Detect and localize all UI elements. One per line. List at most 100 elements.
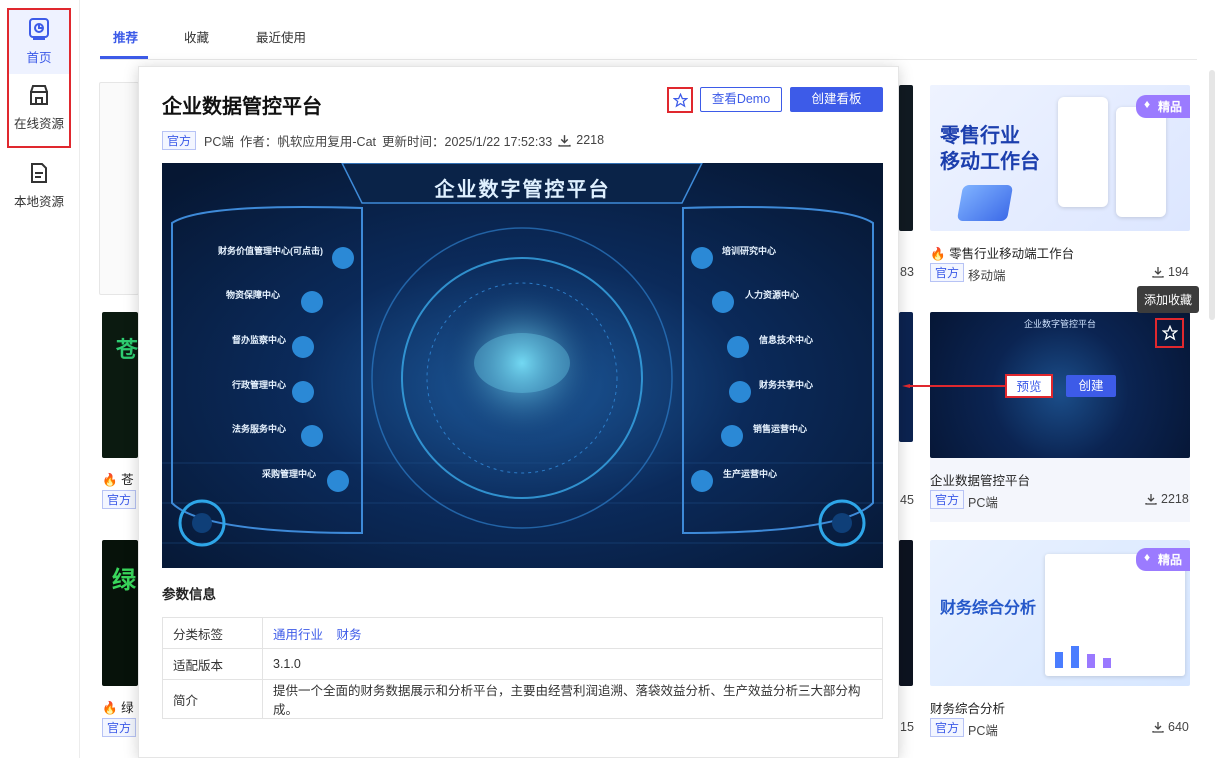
official-tag: 官方 [162,130,197,150]
param-key: 适配版本 [162,648,263,680]
hero-label: 督办监察中心 [232,335,287,345]
favorite-star-button[interactable] [1155,318,1184,348]
hero-label: 财务价值管理中心(可点击) [218,246,323,256]
download-icon [1152,267,1164,278]
tooltip: 添加收藏 [1137,286,1200,313]
card-title: 🔥 苍 [102,473,134,487]
param-value: 3.1.0 [262,648,883,680]
hero-label: 生产运营中心 [723,469,778,479]
tab-recent[interactable]: 最近使用 [256,27,306,46]
annotation-highlight-box [7,8,71,148]
official-tag: 官方 [102,718,137,737]
tab-bar: 推荐 收藏 最近使用 [100,0,1197,60]
star-icon [672,92,688,107]
hero-label: 物资保障中心 [226,290,281,300]
hero-label: 人力资源中心 [745,290,800,300]
card-thumbnail[interactable] [99,82,139,295]
phone-mockup [1058,97,1108,207]
official-tag: 官方 [102,490,137,509]
param-value: 通用行业 财务 [262,617,883,649]
fire-icon: 🔥 [102,473,118,487]
card-thumbnail[interactable] [899,312,913,442]
card-title: 财务综合分析 [930,702,1006,716]
annotation-arrow [902,384,1006,388]
section-title: 参数信息 [162,587,216,602]
platform-label: PC端 [968,724,998,738]
tab-recommended[interactable]: 推荐 [113,27,138,46]
download-icon [558,134,571,147]
author-label: 作者：帆软应用复用-Cat [239,134,377,149]
thumb-title: 财务综合分析 [940,600,1037,617]
sidebar: 首页 在线资源 本地资源 [0,0,80,758]
official-tag: 官方 [930,490,965,509]
download-count: 194 [1152,265,1189,279]
create-button[interactable]: 创建 [1066,375,1116,397]
hero-label: 行政管理中心 [232,380,287,390]
platform-label: 移动端 [968,269,1006,283]
modal-title: 企业数据管控平台 [162,96,322,118]
view-demo-button[interactable]: 查看Demo [700,87,782,112]
download-icon [1152,722,1164,733]
phone-mockup [1116,107,1166,217]
template-meta: 官方 PC端 作者：帆软应用复用-Cat 更新时间：2025/1/22 17:5… [162,129,604,151]
card-thumbnail[interactable] [899,85,913,231]
favorite-star-button[interactable] [667,87,693,113]
fire-icon: 🔥 [930,247,946,261]
hero-label: 法务服务中心 [232,424,287,434]
premium-badge: 精品 [1136,548,1191,571]
params-table: 分类标签 通用行业 财务 适配版本 3.1.0 简介 提供一个全面的财务数据展示… [162,617,883,719]
star-icon [1161,325,1178,341]
download-count: 83 [900,265,914,279]
hero-label: 采购管理中心 [262,469,317,479]
card-title: 🔥 绿 [102,701,134,715]
scrollbar-thumb[interactable] [1209,70,1215,320]
hero-label: 信息技术中心 [759,335,814,345]
dashboard-mockup [1045,554,1185,676]
hero-title: 企业数字管控平台 [434,179,611,201]
hero-label: 培训研究中心 [722,246,777,256]
dashboard-preview-graphic [162,163,883,568]
platform-label: PC端 [968,496,998,510]
official-tag: 官方 [930,718,965,737]
updated-time: 更新时间：2025/1/22 17:52:33 [382,134,553,149]
sidebar-item-local-resources[interactable]: 本地资源 [8,152,70,218]
preview-button[interactable]: 预览 [1005,374,1053,398]
tab-favorites[interactable]: 收藏 [184,27,209,46]
sidebar-item-label: 本地资源 [13,194,64,209]
download-count: 640 [1152,720,1189,734]
download-count: 2218 [1145,492,1189,506]
download-count: 45 [900,493,914,507]
card-thumbnail[interactable] [899,540,913,686]
table-row: 分类标签 通用行业 财务 [162,617,883,649]
param-key: 分类标签 [162,617,263,649]
preview-image: 企业数字管控平台 财务价值管理中心(可点击) 物资保障中心 督办监察中心 行政管… [162,163,883,568]
hero-label: 销售运营中心 [753,424,808,434]
thumb-text: 苍 [116,337,138,362]
card-thumbnail[interactable]: 绿 [102,540,138,686]
download-count: 2218 [576,133,605,147]
platform-label: PC端 [204,134,234,149]
param-value: 提供一个全面的财务数据展示和分析平台，主要由经营利润追溯、落袋效益分析、生产效益… [262,679,883,719]
thumb-text: 绿 [112,567,136,594]
table-row: 简介 提供一个全面的财务数据展示和分析平台，主要由经营利润追溯、落袋效益分析、生… [162,679,883,719]
download-count: 15 [900,720,914,734]
download-icon [1145,494,1157,505]
table-row: 适配版本 3.1.0 [162,648,883,680]
card-thumbnail[interactable]: 苍 [102,312,138,458]
category-tag-link[interactable]: 通用行业 [273,628,323,642]
card-title: 企业数据管控平台 [930,474,1031,488]
fire-icon: 🔥 [102,701,118,715]
document-icon [31,162,47,183]
template-detail-modal: 企业数据管控平台 查看Demo 创建看板 官方 PC端 作者：帆软应用复用-Ca… [138,66,899,758]
category-tag-link[interactable]: 财务 [337,628,362,642]
official-tag: 官方 [930,263,965,282]
thumb-title: 企业数字管控平台 [1023,319,1096,329]
hero-label: 财务共享中心 [759,380,814,390]
thumb-title: 零售行业 移动工作台 [940,125,1040,173]
card-title: 🔥 零售行业移动端工作台 [930,247,1075,261]
active-tab-indicator [100,56,148,59]
param-key: 简介 [162,679,263,719]
create-dashboard-button[interactable]: 创建看板 [790,87,883,112]
premium-badge: 精品 [1136,95,1191,118]
cube-illustration [956,185,1014,221]
